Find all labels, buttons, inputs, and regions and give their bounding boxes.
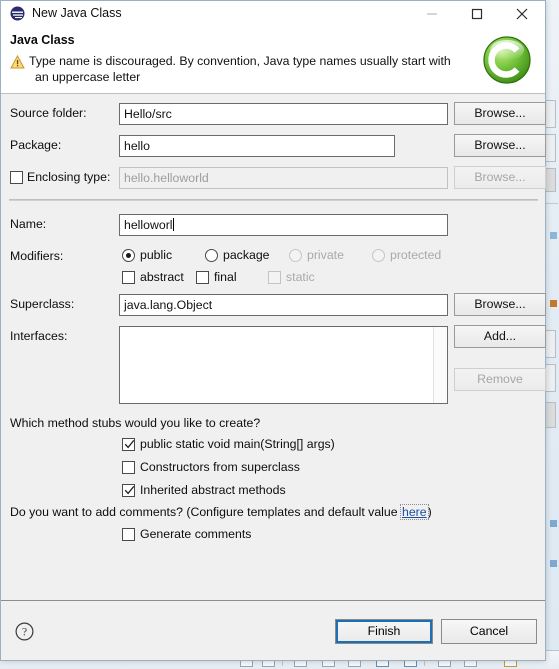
stub-checkbox-constructors[interactable] [122,461,135,474]
comments-question-prefix: Do you want to add comments? (Configure … [10,505,401,519]
superclass-row: Superclass: java.lang.Object Browse... [1,293,546,316]
superclass-input[interactable]: java.lang.Object [119,294,448,316]
stub-checkbox-inherited[interactable] [122,484,135,497]
dialog-title: New Java Class [32,6,122,20]
enclosing-type-checkbox[interactable] [10,171,23,184]
cancel-button[interactable]: Cancel [441,619,537,644]
help-icon[interactable]: ? [15,622,34,641]
finish-button[interactable]: Finish [335,619,433,644]
source-folder-browse-button[interactable]: Browse... [454,102,546,125]
background-marker-icon [550,232,557,239]
stub-label-main: public static void main(String[] args) [140,437,335,451]
dialog-title-bar: New Java Class [1,1,545,27]
validation-message-line2: an uppercase letter [35,70,141,84]
modifier-checkbox-final[interactable] [196,271,209,284]
stub-constructors-row: Constructors from superclass [1,458,545,480]
modifier-radio-package[interactable] [205,249,218,262]
generate-comments-row: Generate comments [1,525,545,547]
modifier-radio-private [289,249,302,262]
name-row: Name: helloworl [1,214,545,236]
superclass-browse-button[interactable]: Browse... [454,293,546,316]
minimize-icon[interactable] [409,1,454,27]
background-marker-icon [550,300,557,307]
svg-text:?: ? [22,627,27,639]
dialog-header: Java Class Type name is discouraged. By … [1,27,545,94]
comments-question: Do you want to add comments? (Configure … [10,504,432,520]
eclipse-icon [10,6,25,21]
modifier-radio-public[interactable] [122,249,135,262]
text-caret [172,218,174,231]
package-input[interactable]: hello [119,135,395,157]
modifier-label-protected: protected [390,248,442,262]
package-row: Package: hello Browse... [1,134,546,157]
enclosing-type-row: Enclosing type: hello.helloworld Browse.… [1,166,546,189]
interfaces-scrollbar[interactable] [433,327,447,403]
modifiers-row: Modifiers: public package private protec… [1,246,545,290]
interfaces-add-button[interactable]: Add... [454,325,546,348]
new-java-class-dialog: New Java Class Java Class Type name is d… [0,0,546,661]
enclosing-type-browse-button: Browse... [454,166,546,189]
validation-message: Type name is discouraged. By convention,… [29,53,459,85]
modifier-label-private: private [307,248,344,262]
modifier-checkbox-static [268,271,281,284]
stub-checkbox-main[interactable] [122,438,135,451]
modifiers-label: Modifiers: [10,249,64,263]
method-stubs-question: Which method stubs would you like to cre… [10,416,261,430]
modifier-label-static: static [286,270,315,284]
name-label: Name: [10,217,47,231]
modifier-label-abstract: abstract [140,270,184,284]
stub-main-row: public static void main(String[] args) [1,435,545,457]
dialog-body: Source folder: Hello/src Browse... Packa… [1,94,546,628]
source-folder-input[interactable]: Hello/src [119,103,448,125]
close-icon[interactable] [499,1,544,27]
comments-question-suffix: ) [427,505,432,519]
name-input[interactable]: helloworl [119,214,448,236]
enclosing-type-input: hello.helloworld [119,167,448,189]
modifier-radio-protected [372,249,385,262]
dialog-footer: ? Finish Cancel [1,600,545,660]
radio-dot [126,253,131,258]
background-marker-icon [550,560,557,567]
modifier-label-public: public [140,248,173,262]
superclass-label: Superclass: [10,297,75,311]
background-marker-icon [550,520,557,527]
source-folder-row: Source folder: Hello/src Browse... [1,102,546,125]
java-class-logo [481,34,533,86]
modifier-label-package: package [223,248,270,262]
maximize-icon[interactable] [454,1,499,27]
name-input-value: helloworl [124,218,173,232]
stub-label-constructors: Constructors from superclass [140,460,300,474]
section-separator [9,199,538,201]
stub-label-inherited: Inherited abstract methods [140,483,286,497]
interfaces-remove-button: Remove [454,368,546,391]
enclosing-type-label: Enclosing type: [27,170,111,184]
generate-comments-checkbox[interactable] [122,528,135,541]
interfaces-row: Interfaces: Add... Remove [1,325,546,404]
interfaces-list[interactable] [119,326,448,404]
stub-inherited-row: Inherited abstract methods [1,481,545,503]
validation-message-line1: Type name is discouraged. By convention,… [29,54,451,68]
warning-icon [10,54,25,69]
configure-templates-link[interactable]: here [400,504,429,520]
modifier-checkbox-abstract[interactable] [122,271,135,284]
package-browse-button[interactable]: Browse... [454,134,546,157]
interfaces-label: Interfaces: [10,329,68,343]
generate-comments-label: Generate comments [140,527,252,541]
package-label: Package: [10,138,62,152]
modifier-label-final: final [214,270,237,284]
page-title: Java Class [10,33,75,47]
source-folder-label: Source folder: [10,106,87,120]
